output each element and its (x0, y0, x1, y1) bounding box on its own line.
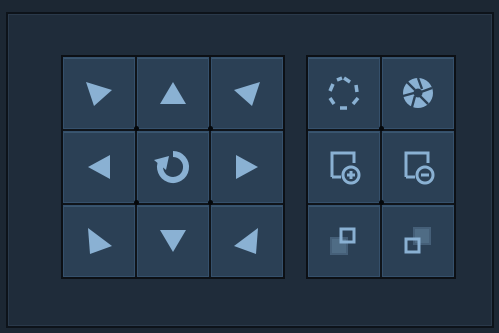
pan-left-button[interactable] (63, 131, 135, 203)
arrow-down-right-icon (86, 82, 112, 106)
zoom-in-button[interactable] (308, 131, 380, 203)
zoom-out-button[interactable] (382, 131, 454, 203)
auto-rotate-button[interactable] (137, 131, 209, 203)
ptz-direction-pad (61, 55, 285, 279)
iris-open-button[interactable] (382, 57, 454, 129)
junction-dot (134, 126, 139, 131)
junction-dot (379, 200, 384, 205)
rotate-icon (154, 151, 190, 183)
arrow-down-icon (160, 230, 186, 252)
arrow-down-left-icon (234, 82, 260, 106)
tilt-up-button[interactable] (137, 57, 209, 129)
arrow-up-right-icon (88, 228, 112, 254)
focus-far-button[interactable] (382, 205, 454, 277)
pan-right-button[interactable] (211, 131, 283, 203)
pan-up-left-button[interactable] (63, 57, 135, 129)
lens-control-pad (306, 55, 456, 279)
junction-dot (208, 200, 213, 205)
zoom-in-icon (330, 151, 361, 185)
focus-near-icon (330, 227, 356, 255)
aperture-outline-icon (328, 76, 360, 110)
arrow-right-icon (236, 155, 258, 179)
arrow-up-left-icon (234, 228, 258, 254)
zoom-out-icon (404, 151, 435, 185)
junction-dot (379, 126, 384, 131)
focus-near-button[interactable] (308, 205, 380, 277)
arrow-up-icon (160, 82, 186, 104)
tilt-down-button[interactable] (137, 205, 209, 277)
pan-down-left-button[interactable] (63, 205, 135, 277)
iris-close-button[interactable] (308, 57, 380, 129)
aperture-filled-icon (402, 77, 433, 108)
junction-dot (208, 126, 213, 131)
pan-up-right-button[interactable] (211, 57, 283, 129)
focus-far-icon (404, 227, 431, 254)
junction-dot (134, 200, 139, 205)
arrow-left-icon (88, 155, 110, 179)
pan-down-right-button[interactable] (211, 205, 283, 277)
